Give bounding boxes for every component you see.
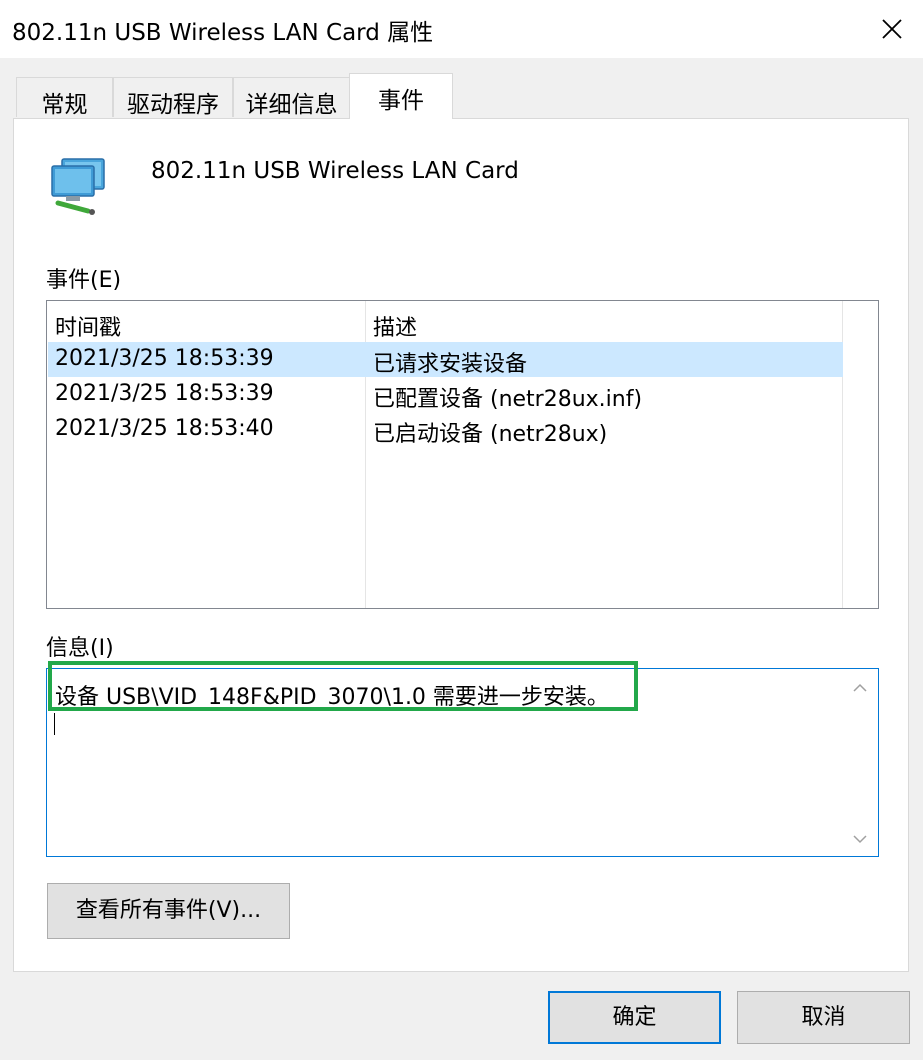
event-timestamp: 2021/3/25 18:53:39 [55, 381, 274, 406]
tab-label: 详细信息 [245, 92, 338, 118]
close-button[interactable] [861, 0, 923, 58]
column-header-description[interactable]: 描述 [373, 310, 417, 342]
event-description: 已配置设备 (netr28ux.inf) [373, 387, 643, 412]
cancel-button[interactable]: 取消 [737, 991, 910, 1044]
column-header-timestamp[interactable]: 时间戳 [55, 310, 121, 342]
ok-button[interactable]: 确定 [548, 991, 721, 1044]
events-list[interactable]: 时间戳 描述 2021/3/25 18:53:39 已请求安装设备 2021/3… [46, 300, 879, 609]
device-name: 802.11n USB Wireless LAN Card [151, 158, 519, 184]
tab-details[interactable]: 详细信息 [233, 77, 350, 118]
scroll-down-icon[interactable] [852, 832, 868, 846]
scroll-up-icon[interactable] [852, 681, 868, 695]
table-row[interactable]: 2021/3/25 18:53:39 已请求安装设备 [48, 342, 843, 377]
table-row[interactable]: 2021/3/25 18:53:40 已启动设备 (netr28ux) [48, 412, 843, 447]
table-row[interactable]: 2021/3/25 18:53:39 已配置设备 (netr28ux.inf) [48, 377, 843, 412]
view-all-events-button[interactable]: 查看所有事件(V)... [47, 883, 290, 939]
event-description: 已启动设备 (netr28ux) [373, 422, 608, 447]
close-icon [882, 19, 902, 39]
tab-driver[interactable]: 驱动程序 [113, 77, 233, 118]
event-timestamp: 2021/3/25 18:53:39 [55, 346, 274, 371]
tab-general[interactable]: 常规 [16, 77, 113, 118]
event-timestamp: 2021/3/25 18:53:40 [55, 416, 274, 441]
text-caret [54, 713, 55, 735]
title-bar: 802.11n USB Wireless LAN Card 属性 [0, 0, 923, 58]
event-description: 已请求安装设备 [373, 352, 528, 377]
window-title: 802.11n USB Wireless LAN Card 属性 [12, 20, 434, 46]
tab-label: 驱动程序 [127, 92, 219, 118]
network-adapter-icon [51, 158, 105, 215]
events-label: 事件(E) [46, 268, 122, 293]
tab-label: 常规 [41, 92, 88, 118]
tab-label: 事件 [378, 88, 424, 114]
info-label: 信息(I) [46, 636, 114, 661]
tab-events[interactable]: 事件 [349, 73, 453, 119]
highlight-box [48, 661, 638, 711]
